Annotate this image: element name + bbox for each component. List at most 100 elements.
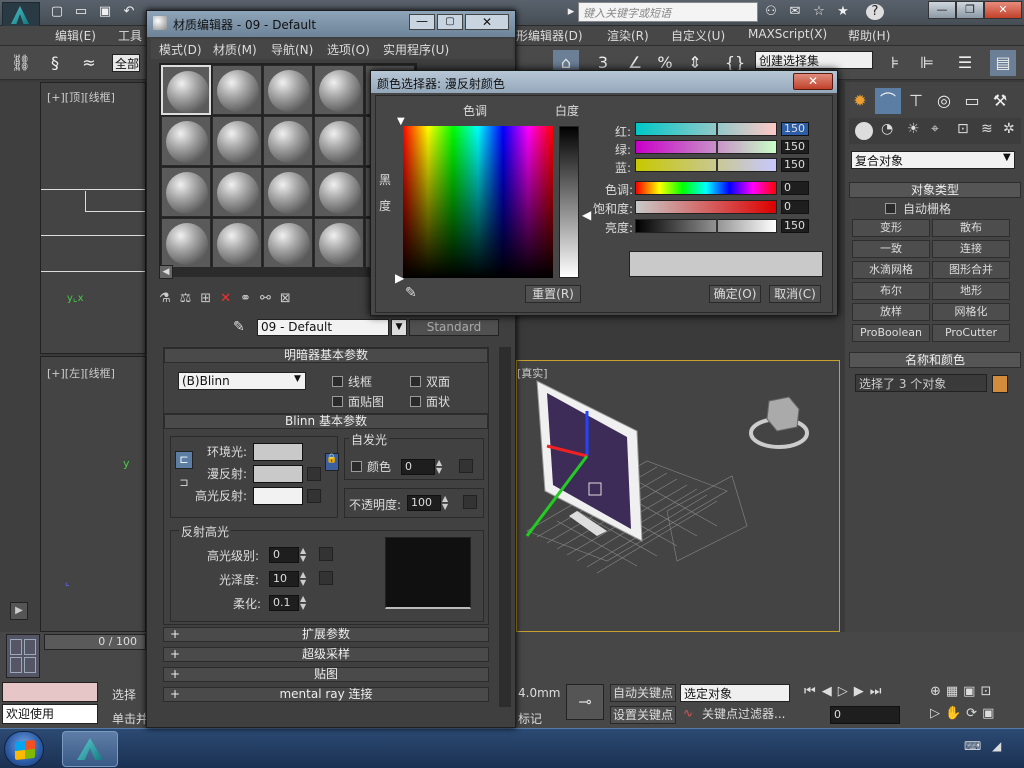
mated-menu-options[interactable]: 选项(O): [327, 41, 370, 58]
value-slider[interactable]: [635, 219, 777, 233]
viewport-nav-controls-2[interactable]: ▷✋⟳▣: [930, 706, 1022, 724]
binoculars-icon[interactable]: ⚇: [762, 4, 780, 20]
viewport-top-label[interactable]: [+][顶][线框]: [47, 89, 115, 105]
sample-slot[interactable]: [263, 218, 313, 268]
sample-slot[interactable]: [212, 218, 262, 268]
sample-slot[interactable]: [263, 116, 313, 166]
chevron-down-icon[interactable]: ▼: [294, 374, 301, 384]
new-file-icon[interactable]: ▢: [48, 4, 66, 20]
mated-minimize-button[interactable]: —: [409, 14, 435, 30]
opacity-map-button[interactable]: [463, 495, 477, 509]
communication-icon[interactable]: ✉: [786, 4, 804, 20]
time-slider[interactable]: 0 / 100: [44, 634, 146, 650]
scatter-button[interactable]: 散布: [932, 219, 1010, 237]
sample-slot[interactable]: [314, 218, 364, 268]
shader-dropdown[interactable]: (B)Blinn: [178, 372, 306, 390]
rollout-extended-params[interactable]: + 扩展参数: [163, 627, 489, 642]
object-color-swatch[interactable]: [992, 375, 1008, 393]
rollout-supersampling[interactable]: + 超级采样: [163, 647, 489, 662]
lock-ambient-diffuse-icon[interactable]: ⊏: [175, 451, 193, 469]
slider-thumb[interactable]: [716, 219, 718, 233]
green-value[interactable]: 150: [781, 140, 809, 154]
ambient-color-swatch[interactable]: [253, 443, 303, 461]
glossiness-map-button[interactable]: [319, 571, 333, 585]
minimize-button[interactable]: —: [928, 1, 956, 19]
soften-value[interactable]: 0.1: [269, 595, 299, 611]
slider-thumb[interactable]: [716, 140, 718, 154]
rollout-shader-basic[interactable]: 明暗器基本参数: [164, 348, 488, 363]
set-key-button[interactable]: 设置关键点: [610, 706, 676, 724]
sample-slot[interactable]: [314, 65, 364, 115]
sample-slot[interactable]: [161, 65, 211, 115]
display-tab-icon[interactable]: ▭: [959, 88, 985, 114]
sample-slot[interactable]: [314, 116, 364, 166]
glossiness-value[interactable]: 10: [269, 571, 299, 587]
sample-slot[interactable]: [212, 116, 262, 166]
blue-slider[interactable]: [635, 158, 777, 172]
lock-diffuse-specular-icon[interactable]: ⊐: [175, 475, 193, 493]
viewport-left[interactable]: [+][左][线框] y ⌞: [40, 356, 146, 632]
color-picker-titlebar[interactable]: 颜色选择器: 漫反射颜色 ✕: [371, 71, 837, 93]
terrain-button[interactable]: 地形: [932, 282, 1010, 300]
menu-customize[interactable]: 自定义(U): [671, 27, 725, 44]
menu-maxscript[interactable]: MAXScript(X): [748, 27, 827, 41]
material-name-field[interactable]: 09 - Default: [257, 319, 389, 336]
lock-icon[interactable]: 🔒: [325, 453, 339, 471]
self-illum-map-button[interactable]: [459, 459, 473, 473]
whiteness-marker-icon[interactable]: ◀: [582, 208, 591, 222]
face-map-checkbox[interactable]: [332, 396, 343, 407]
object-name-field[interactable]: 选择了 3 个对象: [855, 374, 987, 392]
menu-edit[interactable]: 编辑(E): [55, 27, 96, 44]
auto-grid-checkbox[interactable]: [885, 203, 896, 214]
mated-menu-modes[interactable]: 模式(D): [159, 41, 202, 58]
auto-key-button[interactable]: 自动关键点: [610, 684, 676, 702]
rollout-maps[interactable]: + 贴图: [163, 667, 489, 682]
motion-tab-icon[interactable]: ◎: [931, 88, 957, 114]
spinner-icon[interactable]: ▲ ▼: [300, 571, 306, 587]
mated-menu-utilities[interactable]: 实用程序(U): [383, 41, 449, 58]
align-icon[interactable]: ⊫: [914, 50, 940, 76]
spacewarps-icon[interactable]: ≋: [981, 121, 993, 137]
hue-slider[interactable]: [635, 181, 777, 195]
connect-button[interactable]: 连接: [932, 240, 1010, 258]
spinner-icon[interactable]: ▲ ▼: [436, 459, 442, 475]
color-picker-close-button[interactable]: ✕: [793, 73, 833, 90]
mated-menu-navigation[interactable]: 导航(N): [271, 41, 313, 58]
hue-value[interactable]: 0: [781, 181, 809, 195]
material-type-button[interactable]: Standard: [409, 319, 499, 336]
volume-icon[interactable]: ◢: [992, 739, 1001, 753]
mesher-button[interactable]: 网格化: [932, 303, 1010, 321]
systems-icon[interactable]: ✲: [1003, 121, 1015, 137]
rollout-object-type[interactable]: 对象类型: [849, 182, 1021, 198]
slider-thumb[interactable]: [716, 122, 718, 136]
named-selection-dropdown[interactable]: 创建选择集: [755, 51, 873, 69]
star-icon[interactable]: ★: [834, 4, 852, 20]
viewport-nav-controls[interactable]: ⊕▦▣⊡: [930, 684, 1022, 702]
chevron-down-icon[interactable]: ▼: [1003, 152, 1011, 163]
set-key-icon[interactable]: ⊸: [566, 684, 604, 720]
play-mini-icon[interactable]: ▶: [10, 602, 28, 620]
undo-icon[interactable]: ↶: [120, 4, 138, 20]
unlink-icon[interactable]: §: [42, 50, 68, 76]
link-icon[interactable]: ⛓: [8, 50, 34, 76]
chevron-down-icon[interactable]: ▼: [391, 319, 407, 336]
self-illum-color-checkbox[interactable]: [351, 461, 362, 472]
spinner-icon[interactable]: ▲ ▼: [300, 547, 306, 563]
mated-close-button[interactable]: ✕: [465, 14, 509, 30]
scroll-left-icon[interactable]: ◀: [159, 265, 173, 279]
whiteness-bar[interactable]: [559, 126, 579, 278]
key-mode-dropdown[interactable]: 选定对象: [680, 684, 790, 702]
viewport-top[interactable]: [+][顶][线框] y⌞x: [40, 82, 146, 354]
shapemerge-button[interactable]: 图形合并: [932, 261, 1010, 279]
menu-graph-editors[interactable]: 形编辑器(D): [516, 27, 583, 44]
shapes-icon[interactable]: ◔: [881, 121, 893, 137]
menu-help[interactable]: 帮助(H): [848, 27, 890, 44]
modify-tab-icon[interactable]: ⌒: [875, 88, 901, 114]
proboolean-button[interactable]: ProBoolean: [852, 324, 930, 342]
sample-slot[interactable]: [161, 167, 211, 217]
boolean-button[interactable]: 布尔: [852, 282, 930, 300]
faceted-checkbox[interactable]: [410, 396, 421, 407]
helpers-icon[interactable]: ⊡: [957, 121, 969, 137]
layer-manager-icon[interactable]: ☰: [952, 50, 978, 76]
cameras-icon[interactable]: ⌖: [931, 121, 939, 137]
